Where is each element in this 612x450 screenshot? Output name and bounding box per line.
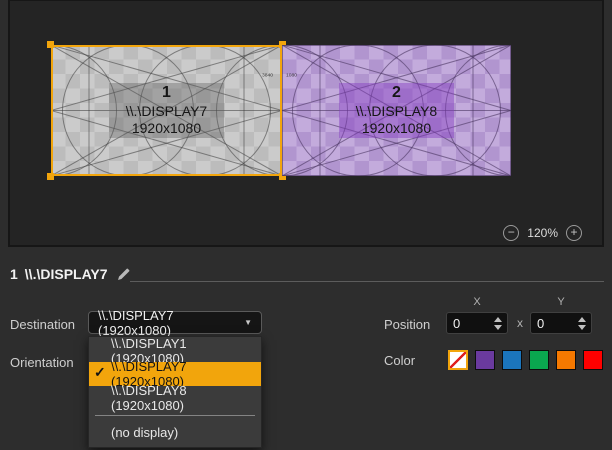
zoom-level: 120%: [527, 226, 558, 240]
color-swatch-green[interactable]: [529, 350, 549, 370]
color-swatch-none[interactable]: [448, 350, 468, 370]
display-label-2: 2 \\.\DISPLAY8 1920x1080: [339, 83, 454, 138]
zoom-in-button[interactable]: +: [566, 225, 582, 241]
edit-pencil-icon[interactable]: [116, 267, 131, 282]
position-y-input[interactable]: [531, 316, 571, 331]
display-resolution: 1920x1080: [132, 120, 201, 138]
display-resolution: 1920x1080: [362, 120, 431, 138]
resize-handle-top-left[interactable]: [47, 41, 54, 48]
color-label: Color: [384, 353, 415, 368]
x-column-header: X: [446, 296, 508, 308]
position-separator: x: [513, 316, 527, 330]
position-x-field[interactable]: [446, 312, 508, 334]
destination-label: Destination: [10, 317, 75, 332]
color-swatch-purple[interactable]: [475, 350, 495, 370]
position-x-input[interactable]: [447, 316, 487, 331]
step-up-icon[interactable]: [578, 317, 586, 322]
orientation-label: Orientation: [10, 355, 74, 370]
display-name: \\.\DISPLAY8: [356, 103, 437, 121]
display-title: \\.\DISPLAY7: [25, 266, 108, 282]
seam-height-label: 1080: [286, 72, 297, 78]
color-swatch-blue[interactable]: [502, 350, 522, 370]
zoom-out-button[interactable]: −: [503, 225, 519, 241]
y-column-header: Y: [530, 296, 592, 308]
display-preview-2[interactable]: 2 \\.\DISPLAY8 1920x1080: [282, 45, 511, 176]
destination-dropdown[interactable]: \\.\DISPLAY7 (1920x1080) ▼: [88, 311, 262, 334]
step-down-icon[interactable]: [578, 325, 586, 330]
display-label-1: 1 \\.\DISPLAY7 1920x1080: [109, 83, 225, 138]
display-preview-1[interactable]: 1 \\.\DISPLAY7 1920x1080: [51, 45, 282, 176]
zoom-control: − 120% +: [503, 225, 582, 241]
display-name: \\.\DISPLAY7: [126, 103, 207, 121]
color-swatch-orange[interactable]: [556, 350, 576, 370]
position-label: Position: [384, 317, 430, 332]
destination-menu: \\.\DISPLAY1 (1920x1080) ✓ \\.\DISPLAY7 …: [88, 336, 262, 448]
chevron-down-icon: ▼: [244, 318, 261, 327]
menu-item-no-display[interactable]: (no display): [89, 421, 261, 444]
position-y-stepper[interactable]: [578, 313, 586, 333]
header-divider: [130, 281, 604, 282]
position-y-field[interactable]: [530, 312, 592, 334]
display-canvas: 1 \\.\DISPLAY7 1920x1080 2 \\.\DISPLAY: [8, 0, 604, 247]
resize-handle-bottom-left[interactable]: [47, 173, 54, 180]
step-up-icon[interactable]: [494, 317, 502, 322]
menu-item-display8[interactable]: \\.\DISPLAY8 (1920x1080): [89, 386, 261, 409]
display-index: 1: [10, 266, 18, 282]
display-section-header: 1 \\.\DISPLAY7: [10, 266, 131, 282]
destination-value: \\.\DISPLAY7 (1920x1080): [89, 308, 244, 338]
checkmark-icon: ✓: [94, 364, 106, 381]
step-down-icon[interactable]: [494, 325, 502, 330]
display-number: 2: [392, 83, 401, 103]
seam-width-label: 3840: [262, 72, 273, 78]
color-swatch-red[interactable]: [583, 350, 603, 370]
color-swatches: [448, 350, 603, 370]
display-number: 1: [162, 83, 171, 103]
position-x-stepper[interactable]: [494, 313, 502, 333]
